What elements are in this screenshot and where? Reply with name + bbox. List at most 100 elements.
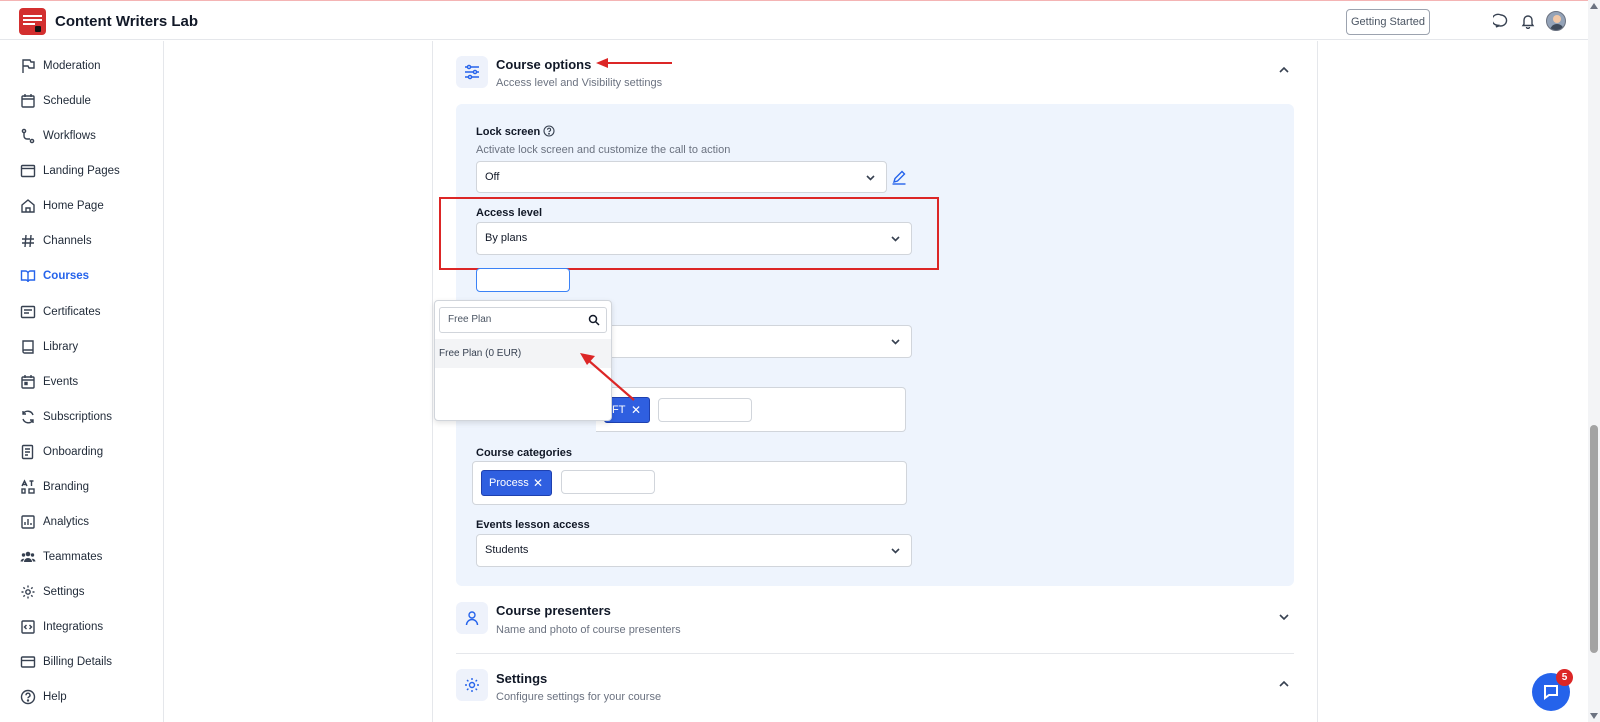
plan-picker-input[interactable]: [476, 268, 570, 292]
plan-search-input[interactable]: Free Plan: [439, 307, 607, 333]
sliders-icon: [456, 56, 488, 88]
course-presenters-title[interactable]: Course presenters: [496, 603, 611, 618]
card-icon: [20, 656, 36, 668]
events-lesson-access-select[interactable]: Students: [476, 534, 912, 567]
help-icon: [20, 689, 36, 705]
window-icon: [20, 164, 36, 178]
user-icon: [456, 602, 488, 634]
question-icon[interactable]: [543, 125, 555, 137]
sidebar-item-label: Onboarding: [43, 446, 104, 458]
chevron-up-icon[interactable]: [1277, 677, 1291, 691]
sidebar-item-label: Analytics: [43, 516, 90, 528]
settings-title[interactable]: Settings: [496, 671, 547, 686]
sidebar-item-landing-pages[interactable]: Landing Pages: [20, 161, 120, 181]
scrollbar[interactable]: [1588, 0, 1600, 722]
gear-icon: [21, 585, 35, 599]
branding-icon: [21, 479, 35, 494]
lock-screen-select[interactable]: Off: [476, 161, 887, 193]
book-icon: [20, 270, 36, 283]
sidebar-item-branding[interactable]: Branding: [20, 477, 89, 497]
chevron-down-icon[interactable]: [1277, 610, 1291, 624]
category-tag-chip[interactable]: Process ✕: [481, 470, 552, 496]
course-presenters-subtitle: Name and photo of course presenters: [496, 624, 681, 636]
sidebar-item-billing-details[interactable]: Billing Details: [20, 652, 112, 672]
sidebar-item-label: Billing Details: [43, 656, 113, 668]
sidebar-item-label: Events: [43, 376, 79, 388]
sidebar-item-label: Home Page: [43, 200, 104, 212]
sidebar-item-help[interactable]: Help: [20, 687, 67, 707]
sidebar-item-channels[interactable]: Channels: [20, 231, 92, 251]
sidebar-item-label: Moderation: [43, 60, 101, 72]
chevron-down-icon: [891, 548, 900, 554]
close-icon[interactable]: ✕: [533, 471, 543, 495]
getting-started-button[interactable]: Getting Started: [1346, 9, 1430, 35]
sidebar-item-courses[interactable]: Courses: [20, 266, 89, 286]
library-icon: [22, 340, 34, 354]
chevron-down-icon: [891, 339, 900, 345]
visibility-select[interactable]: [598, 325, 912, 358]
sidebar-item-moderation[interactable]: Moderation: [20, 56, 101, 76]
app-title: Content Writers Lab: [55, 13, 199, 30]
sidebar-item-teammates[interactable]: Teammates: [20, 547, 102, 567]
certificate-icon: [20, 305, 36, 319]
scroll-thumb[interactable]: [1590, 425, 1598, 653]
refresh-icon: [22, 410, 34, 424]
panel-border-right: [1317, 41, 1318, 722]
calendar-icon: [21, 94, 35, 108]
chat-bubble-icon[interactable]: [1493, 13, 1509, 29]
sidebar-item-onboarding[interactable]: Onboarding: [20, 442, 103, 462]
sidebar-item-label: Help: [43, 691, 67, 703]
categories-input[interactable]: [561, 470, 655, 494]
chart-icon: [21, 515, 35, 529]
sidebar-item-label: Channels: [43, 235, 92, 247]
tags-input[interactable]: [658, 398, 752, 422]
sidebar-item-label: Subscriptions: [43, 411, 113, 423]
home-icon: [21, 199, 35, 213]
chat-badge: 5: [1556, 669, 1573, 686]
access-level-value: By plans: [485, 232, 528, 244]
chevron-down-icon: [891, 236, 900, 242]
access-level-select[interactable]: By plans: [476, 222, 912, 255]
events-lesson-access-value: Students: [485, 544, 529, 556]
sidebar-item-workflows[interactable]: Workflows: [20, 126, 96, 146]
lock-screen-label: Lock screen: [476, 126, 541, 138]
panel-border-left: [432, 41, 433, 722]
events-lesson-access-label: Events lesson access: [476, 519, 590, 531]
event-icon: [21, 375, 35, 389]
lock-screen-help: Activate lock screen and customize the c…: [476, 144, 731, 156]
sidebar: Moderation Schedule Workflows Landing Pa…: [0, 41, 164, 722]
sidebar-item-schedule[interactable]: Schedule: [20, 91, 91, 111]
user-avatar[interactable]: [1546, 11, 1566, 31]
sidebar-item-events[interactable]: Events: [20, 372, 78, 392]
users-icon: [20, 551, 36, 562]
sidebar-item-certificates[interactable]: Certificates: [20, 302, 101, 322]
sidebar-item-subscriptions[interactable]: Subscriptions: [20, 407, 112, 427]
app-logo[interactable]: [19, 8, 46, 35]
sidebar-item-label: Workflows: [43, 130, 96, 142]
access-level-label: Access level: [476, 207, 543, 219]
course-options-subtitle: Access level and Visibility settings: [496, 77, 663, 89]
sidebar-item-label: Integrations: [43, 621, 104, 633]
workflow-icon: [21, 128, 35, 144]
pencil-icon[interactable]: [891, 169, 907, 185]
section-divider: [456, 653, 1294, 654]
sidebar-item-analytics[interactable]: Analytics: [20, 512, 89, 532]
sidebar-item-label: Branding: [43, 481, 90, 493]
category-tag-label: Process: [489, 477, 529, 489]
sidebar-item-settings[interactable]: Settings: [20, 582, 85, 602]
hash-icon: [22, 234, 34, 248]
chevron-down-icon: [866, 175, 875, 181]
sidebar-item-label: Settings: [43, 586, 85, 598]
sidebar-item-label: Schedule: [43, 95, 91, 107]
sidebar-item-home-page[interactable]: Home Page: [20, 196, 104, 216]
top-bar: Content Writers Lab Getting Started: [0, 0, 1600, 40]
scroll-up-icon[interactable]: [1590, 3, 1598, 9]
annotation-arrow-title: [596, 58, 672, 68]
sidebar-item-label: Certificates: [43, 306, 101, 318]
sidebar-item-library[interactable]: Library: [20, 337, 78, 357]
chevron-up-icon[interactable]: [1277, 63, 1291, 77]
bell-icon[interactable]: [1520, 13, 1536, 29]
sidebar-item-integrations[interactable]: Integrations: [20, 617, 103, 637]
scroll-down-icon[interactable]: [1590, 713, 1598, 719]
search-icon: [588, 314, 600, 326]
